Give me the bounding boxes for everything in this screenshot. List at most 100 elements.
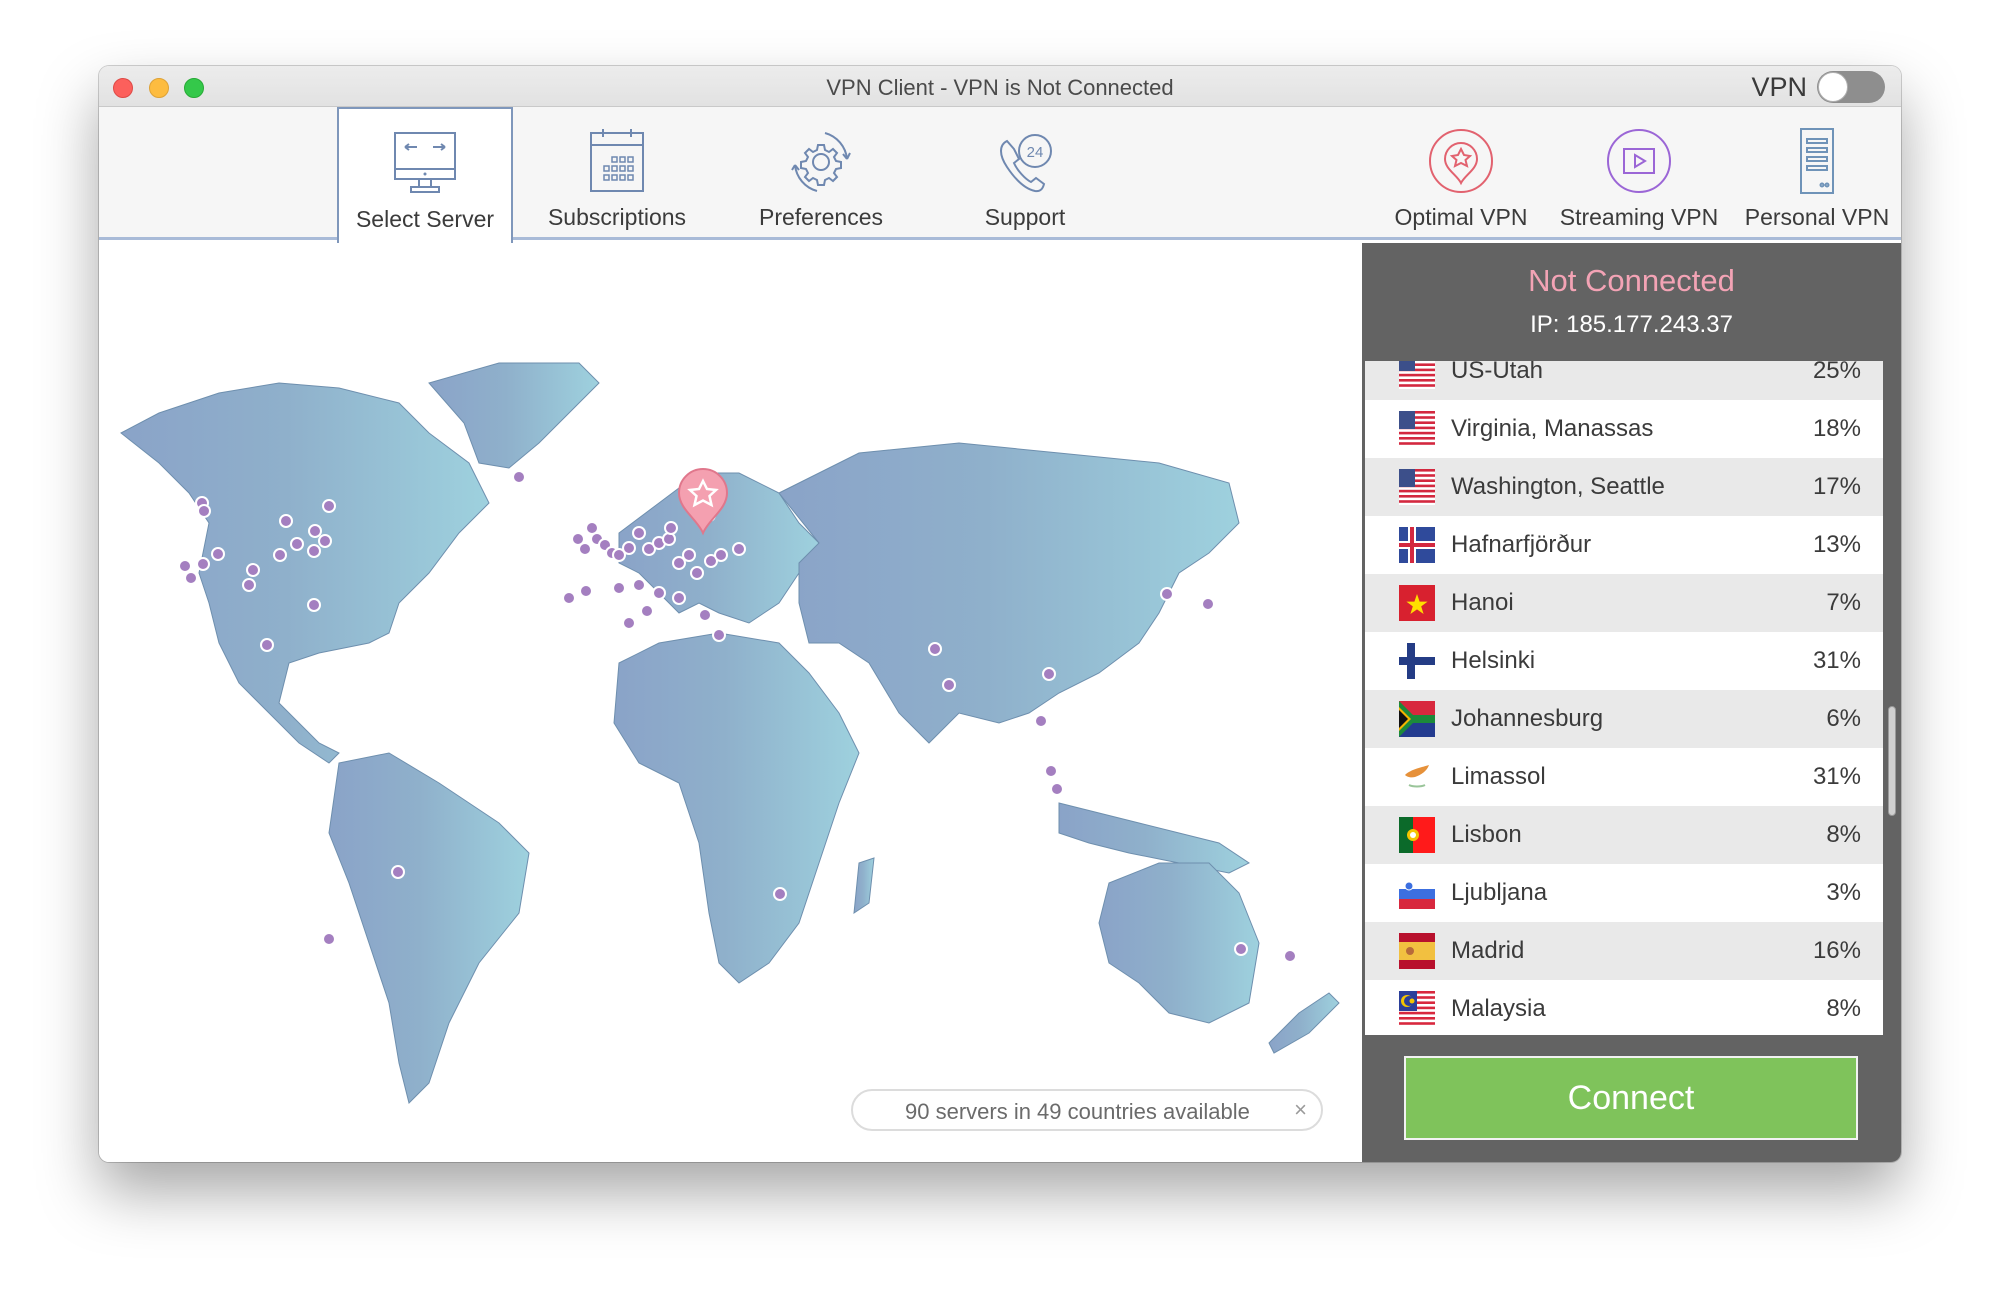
server-marker[interactable]	[1201, 597, 1215, 611]
monitor-arrows-icon	[394, 132, 456, 193]
server-icon	[1800, 128, 1834, 194]
server-marker[interactable]	[178, 559, 192, 573]
server-marker[interactable]	[322, 499, 336, 513]
server-marker[interactable]	[712, 628, 726, 642]
mode-optimal-vpn[interactable]: Optimal VPN	[1373, 107, 1549, 240]
mode-streaming-vpn[interactable]: Streaming VPN	[1551, 107, 1727, 240]
server-row[interactable]: Hanoi 7%	[1365, 574, 1883, 632]
southeast-asia	[1058, 802, 1250, 874]
tab-support[interactable]: 24 Support	[937, 107, 1113, 240]
vpn-toggle-group: VPN	[1751, 71, 1885, 103]
tab-label: Support	[984, 204, 1066, 230]
server-marker[interactable]	[1160, 587, 1174, 601]
server-count-banner: 90 servers in 49 countries available ×	[851, 1089, 1323, 1131]
server-marker[interactable]	[664, 521, 678, 535]
server-marker[interactable]	[622, 541, 636, 555]
server-list[interactable]: US-Utah 25% Virginia, Manassas 18% Washingto…	[1365, 361, 1883, 1035]
server-marker[interactable]	[578, 542, 592, 556]
north-america	[120, 382, 490, 764]
server-marker[interactable]	[322, 932, 336, 946]
tab-label: Preferences	[758, 204, 883, 230]
server-load: 17%	[1812, 473, 1861, 500]
server-row[interactable]: US-Utah 25%	[1365, 361, 1883, 400]
server-name: Helsinki	[1451, 647, 1536, 674]
server-marker[interactable]	[512, 470, 526, 484]
vpn-toggle-switch[interactable]	[1817, 71, 1885, 103]
server-marker[interactable]	[732, 542, 746, 556]
server-marker[interactable]	[672, 591, 686, 605]
server-marker[interactable]	[196, 557, 210, 571]
server-marker[interactable]	[714, 548, 728, 562]
server-row[interactable]: Lisbon 8%	[1365, 806, 1883, 864]
server-marker[interactable]	[1034, 714, 1048, 728]
server-marker[interactable]	[662, 532, 676, 546]
server-marker[interactable]	[211, 547, 225, 561]
mode-personal-vpn[interactable]: Personal VPN	[1729, 107, 1901, 240]
server-name: Virginia, Manassas	[1451, 415, 1654, 442]
server-marker[interactable]	[1283, 949, 1297, 963]
server-marker[interactable]	[184, 571, 198, 585]
server-row[interactable]: Ljubljana 3%	[1365, 864, 1883, 922]
server-marker[interactable]	[1234, 942, 1248, 956]
tab-label: Select Server	[355, 206, 495, 232]
server-marker[interactable]	[242, 578, 256, 592]
server-marker[interactable]	[260, 638, 274, 652]
server-marker[interactable]	[612, 581, 626, 595]
new-zealand	[1268, 992, 1340, 1054]
flag-es-icon	[1399, 933, 1435, 969]
connect-button[interactable]: Connect	[1404, 1056, 1858, 1140]
server-marker[interactable]	[273, 548, 287, 562]
server-marker[interactable]	[579, 584, 593, 598]
server-list-scrollbar[interactable]	[1886, 361, 1898, 1035]
server-marker[interactable]	[391, 865, 405, 879]
server-marker[interactable]	[307, 544, 321, 558]
tab-select-server[interactable]: Select Server	[337, 107, 513, 243]
world-map-area: 90 servers in 49 countries available ×	[99, 243, 1362, 1162]
toggle-knob	[1818, 72, 1848, 102]
server-row[interactable]: Washington, Seattle 17%	[1365, 458, 1883, 516]
server-marker[interactable]	[632, 578, 646, 592]
server-marker[interactable]	[1050, 782, 1064, 796]
server-marker[interactable]	[562, 591, 576, 605]
server-name: Hanoi	[1451, 589, 1514, 616]
server-row[interactable]: Malaysia 8%	[1365, 980, 1883, 1035]
server-marker[interactable]	[290, 537, 304, 551]
world-map[interactable]	[99, 243, 1362, 1162]
tab-preferences[interactable]: Preferences	[733, 107, 909, 240]
flag-si-icon	[1399, 881, 1435, 909]
server-marker[interactable]	[246, 563, 260, 577]
server-marker[interactable]	[640, 604, 654, 618]
server-count-text: 90 servers in 49 countries available	[905, 1099, 1250, 1124]
server-row[interactable]: Virginia, Manassas 18%	[1365, 400, 1883, 458]
server-marker[interactable]	[773, 887, 787, 901]
server-marker[interactable]	[197, 504, 211, 518]
server-marker[interactable]	[632, 526, 646, 540]
server-marker[interactable]	[690, 566, 704, 580]
flag-vn-icon	[1399, 585, 1435, 621]
server-load: 13%	[1812, 531, 1861, 558]
server-marker[interactable]	[682, 548, 696, 562]
server-row[interactable]: Limassol 31%	[1365, 748, 1883, 806]
server-marker[interactable]	[942, 678, 956, 692]
scrollbar-thumb[interactable]	[1888, 706, 1896, 816]
server-load: 3%	[1826, 879, 1861, 906]
tab-subscriptions[interactable]: Subscriptions	[529, 107, 705, 240]
australia	[1098, 862, 1260, 1024]
server-marker[interactable]	[279, 514, 293, 528]
server-row[interactable]: Hafnarfjörður 13%	[1365, 516, 1883, 574]
server-marker[interactable]	[318, 534, 332, 548]
server-marker[interactable]	[652, 586, 666, 600]
server-load: 31%	[1812, 647, 1861, 674]
server-marker[interactable]	[698, 608, 712, 622]
server-marker[interactable]	[308, 524, 322, 538]
svg-text:24: 24	[1027, 144, 1044, 161]
server-marker[interactable]	[1044, 764, 1058, 778]
server-marker[interactable]	[928, 642, 942, 656]
server-marker[interactable]	[307, 598, 321, 612]
server-marker[interactable]	[622, 616, 636, 630]
server-row[interactable]: Madrid 16%	[1365, 922, 1883, 980]
server-row[interactable]: Johannesburg 6%	[1365, 690, 1883, 748]
close-banner-icon[interactable]: ×	[1294, 1097, 1307, 1123]
server-row[interactable]: Helsinki 31%	[1365, 632, 1883, 690]
server-marker[interactable]	[1042, 667, 1056, 681]
